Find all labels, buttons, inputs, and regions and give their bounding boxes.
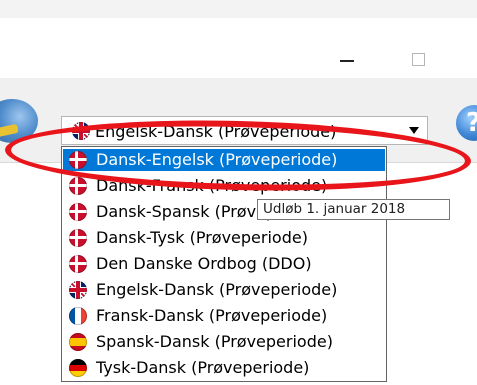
title-bar-top-strip	[0, 0, 477, 18]
list-item-label: Den Danske Ordbog (DDO)	[96, 254, 312, 273]
list-item-den-danske-ordbog[interactable]: Den Danske Ordbog (DDO)	[63, 253, 385, 275]
flag-dk-icon	[69, 203, 87, 221]
flag-dk-icon	[69, 177, 87, 195]
list-item-spansk-dansk[interactable]: Spansk-Dansk (Prøveperiode)	[63, 331, 385, 353]
flag-uk-icon	[69, 281, 87, 299]
help-glyph: ?	[466, 108, 477, 138]
maximize-icon[interactable]	[412, 53, 425, 66]
chevron-down-icon[interactable]	[409, 127, 419, 134]
list-item-label: Dansk-Tysk (Prøveperiode)	[96, 228, 308, 247]
list-item-label: Fransk-Dansk (Prøveperiode)	[96, 306, 328, 325]
title-bar	[0, 0, 477, 78]
list-item-label: Tysk-Dansk (Prøveperiode)	[96, 358, 310, 377]
flag-de-icon	[69, 359, 87, 377]
list-item-label: Engelsk-Dansk (Prøveperiode)	[96, 280, 338, 299]
list-item-engelsk-dansk[interactable]: Engelsk-Dansk (Prøveperiode)	[63, 279, 385, 301]
minimize-icon[interactable]	[340, 60, 354, 62]
flag-fr-icon	[69, 307, 87, 325]
list-item-fransk-dansk[interactable]: Fransk-Dansk (Prøveperiode)	[63, 305, 385, 327]
flag-dk-icon	[69, 229, 87, 247]
list-item-tysk-dansk[interactable]: Tysk-Dansk (Prøveperiode)	[63, 357, 385, 379]
list-item-dansk-tysk[interactable]: Dansk-Tysk (Prøveperiode)	[63, 227, 385, 249]
flag-dk-icon	[69, 255, 87, 273]
flag-es-icon	[69, 333, 87, 351]
expiry-tooltip: Udløb 1. januar 2018	[257, 199, 450, 220]
list-item-label: Spansk-Dansk (Prøveperiode)	[96, 332, 333, 351]
